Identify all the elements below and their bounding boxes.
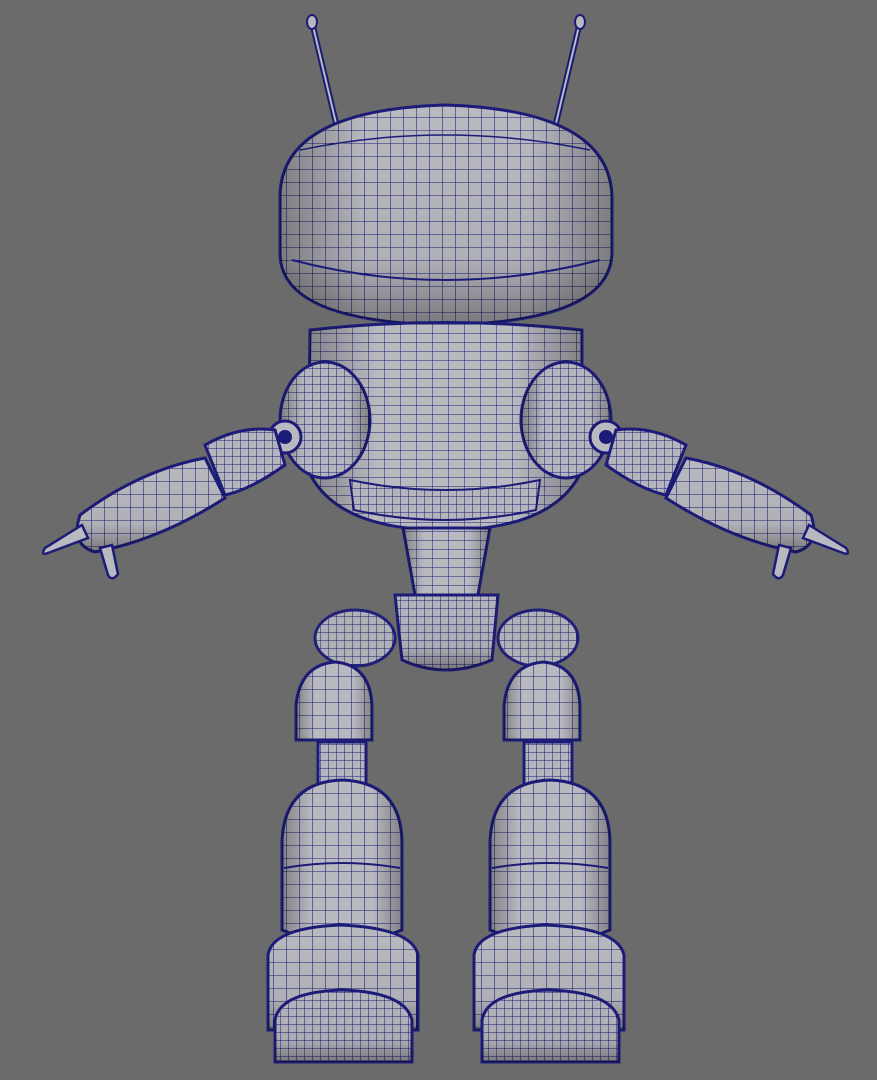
- arm-right[interactable]: [588, 419, 850, 580]
- robot-waist[interactable]: [401, 526, 492, 597]
- foot-right[interactable]: [472, 923, 626, 1064]
- shoulder-left[interactable]: [278, 360, 372, 480]
- robot-head[interactable]: [278, 103, 614, 327]
- 3d-viewport[interactable]: [0, 0, 877, 1080]
- shoulder-right[interactable]: [519, 360, 613, 480]
- arm-left[interactable]: [41, 419, 303, 580]
- robot-pelvis[interactable]: [313, 593, 580, 672]
- leg-right[interactable]: [488, 660, 612, 944]
- antenna-right[interactable]: [549, 14, 586, 141]
- leg-left[interactable]: [280, 660, 404, 944]
- foot-left[interactable]: [266, 923, 420, 1064]
- antenna-left[interactable]: [306, 14, 343, 141]
- robot-model[interactable]: [0, 0, 877, 1080]
